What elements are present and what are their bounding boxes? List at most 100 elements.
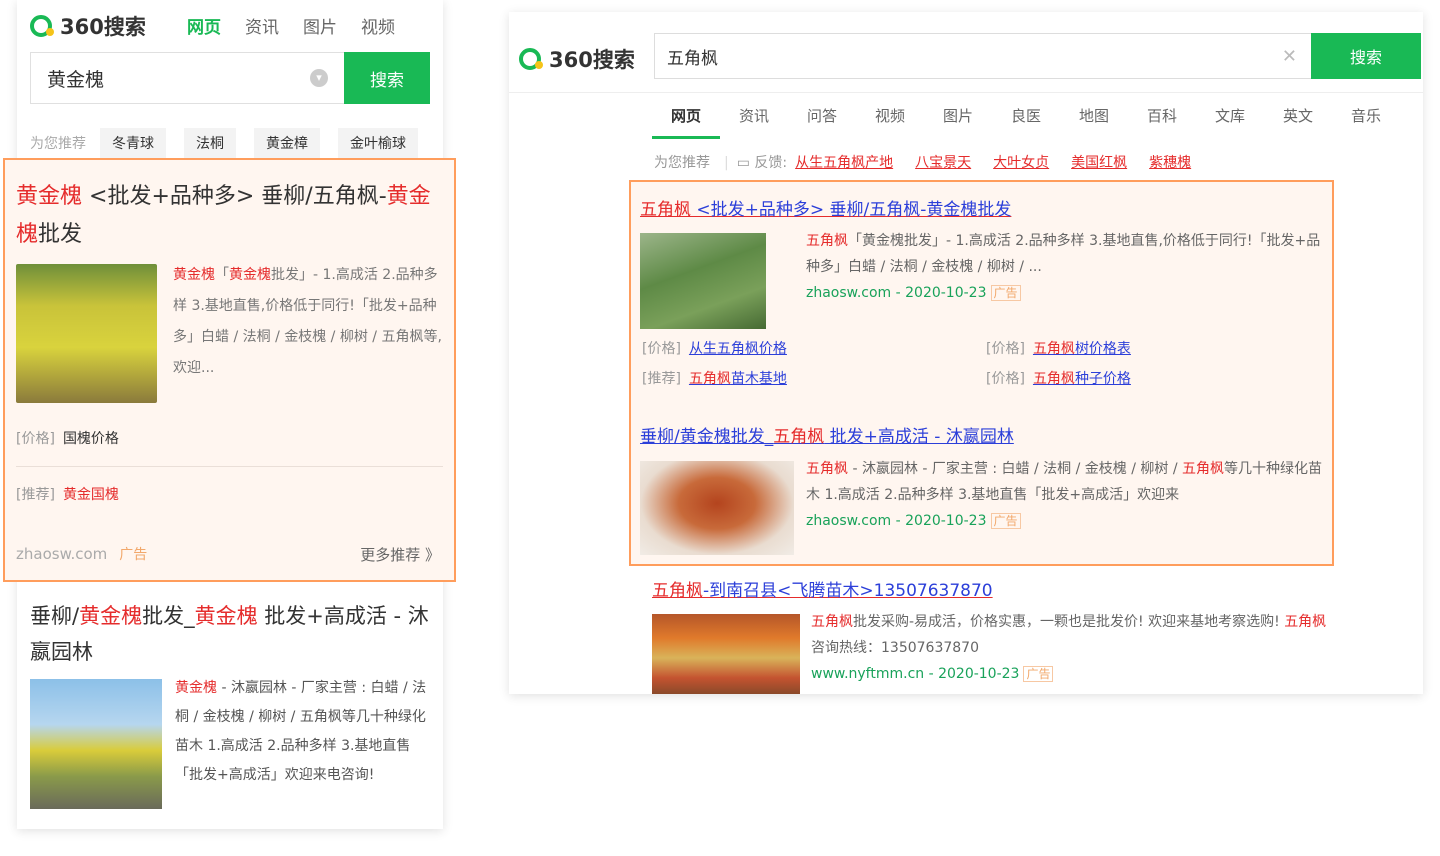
recommend-link[interactable]: 美国红枫	[1071, 152, 1127, 172]
recommend-chip[interactable]: 黄金樟	[254, 128, 320, 158]
title-text: -到南召县<飞腾苗木>13507637870	[703, 581, 993, 601]
tab-webpage[interactable]: 网页	[652, 105, 720, 139]
nav-news[interactable]: 资讯	[245, 13, 279, 38]
desktop-search-box: ✕ 搜索	[654, 33, 1421, 79]
recommend-chip[interactable]: 金叶榆球	[338, 128, 418, 158]
mobile-ad-card[interactable]: 黄金槐 <批发+品种多> 垂柳/五角枫-黄金槐批发 黄金槐「黄金槐批发」- 1.…	[3, 158, 456, 582]
title-keyword: 五角枫	[652, 581, 703, 601]
desktop-search-button[interactable]: 搜索	[1311, 33, 1421, 79]
feedback-icon: ▭	[736, 155, 750, 171]
recommend-label: 为您推荐	[654, 155, 710, 171]
nav-webpage[interactable]: 网页	[187, 13, 221, 38]
sublink-label: [价格]	[16, 431, 55, 447]
snippet-keyword: 黄金槐	[173, 267, 215, 283]
nav-videos[interactable]: 视频	[361, 13, 395, 38]
recommend-chip[interactable]: 法桐	[184, 128, 236, 158]
sublink[interactable]: [价格] 五角枫种子价格	[986, 368, 1131, 388]
mobile-sublink-price[interactable]: [价格] 国槐价格	[16, 428, 119, 448]
recommend-link[interactable]: 从生五角枫产地	[795, 152, 893, 172]
tab-doctor[interactable]: 良医	[992, 105, 1060, 139]
logo-text: 360搜索	[549, 48, 635, 72]
mobile-ad-footer: zhaosw.com 广告 更多推荐 》	[16, 544, 440, 565]
desktop-tabs: 网页 资讯 问答 视频 图片 良医 地图 百科 文库 英文 音乐	[652, 105, 1400, 139]
desktop-ad-title-2[interactable]: 垂柳/黄金槐批发_五角枫 批发+高成活 - 沐嬴园林	[640, 422, 1014, 447]
tab-map[interactable]: 地图	[1060, 105, 1128, 139]
desktop-result3-snippet: 五角枫批发采购-易成活，价格实惠，一颗也是批发价! 欢迎来基地考察选购! 五角枫…	[811, 609, 1331, 687]
recommend-link[interactable]: 八宝景天	[915, 152, 971, 172]
sublink-keyword: 五角枫	[688, 371, 731, 387]
golden-locust-image[interactable]	[16, 264, 157, 403]
snippet-keyword: 五角枫	[811, 614, 853, 630]
nursery-image[interactable]	[30, 679, 162, 809]
snippet-text: - 沐嬴园林 - 厂家主营 : 白蜡 / 法桐 / 金枝槐 / 柳树 /	[848, 461, 1182, 477]
tab-news[interactable]: 资讯	[720, 105, 788, 139]
mobile-result2-title[interactable]: 垂柳/黄金槐批发_黄金槐 批发+高成活 - 沐嬴园林	[30, 598, 435, 670]
clear-icon[interactable]: ▾	[310, 69, 328, 87]
recommend-link[interactable]: 紫穗槐	[1149, 152, 1191, 172]
recommend-label: 为您推荐	[30, 136, 86, 152]
sublink-keyword: 五角枫	[1032, 371, 1075, 387]
sublink[interactable]: [推荐] 五角枫苗木基地	[642, 368, 787, 388]
title-text: <批发+品种多> 垂柳/五角枫-黄金槐批发	[691, 200, 1012, 220]
result-url[interactable]: zhaosw.com - 2020-10-23	[806, 285, 987, 301]
ad-badge: 广告	[119, 547, 148, 563]
logo-360[interactable]: 360搜索	[519, 44, 635, 74]
tab-music[interactable]: 音乐	[1332, 105, 1400, 139]
sublink-label: [推荐]	[642, 371, 681, 387]
red-maple-image[interactable]	[640, 461, 794, 555]
logo-text: 360搜索	[60, 15, 146, 39]
result-url[interactable]: zhaosw.com - 2020-10-23	[806, 513, 987, 529]
ad-domain[interactable]: zhaosw.com	[16, 545, 107, 563]
divider	[16, 466, 443, 467]
snippet-text: 「黄金槐批发」- 1.高成活 2.品种多样 3.基地直售,价格低于同行!「批发+…	[806, 233, 1321, 275]
tab-english[interactable]: 英文	[1264, 105, 1332, 139]
tab-qa[interactable]: 问答	[788, 105, 856, 139]
snippet-keyword: 五角枫	[1182, 461, 1224, 477]
snippet-keyword: 五角枫	[806, 461, 848, 477]
sublink-label: [价格]	[642, 341, 681, 357]
feedback-link[interactable]: ▭ 反馈:	[724, 152, 787, 172]
recommend-link[interactable]: 大叶女贞	[993, 152, 1049, 172]
title-keyword: 五角枫	[773, 427, 825, 447]
snippet-keyword: 黄金槐	[229, 267, 271, 283]
logo-360[interactable]: 360搜索	[30, 11, 146, 41]
tab-wenku[interactable]: 文库	[1196, 105, 1264, 139]
recommend-chip[interactable]: 冬青球	[100, 128, 166, 158]
sublink-label: [推荐]	[16, 487, 55, 503]
title-text: 垂柳/黄金槐批发_	[640, 427, 774, 447]
tab-images[interactable]: 图片	[924, 105, 992, 139]
mobile-ad-title[interactable]: 黄金槐 <批发+品种多> 垂柳/五角枫-黄金槐批发	[16, 178, 436, 254]
mobile-search-button[interactable]: 搜索	[344, 52, 430, 104]
result-url[interactable]: www.nyftmm.cn - 2020-10-23	[811, 666, 1019, 682]
header-divider	[509, 92, 1423, 93]
close-icon[interactable]: ✕	[1282, 46, 1297, 67]
tab-baike[interactable]: 百科	[1128, 105, 1196, 139]
maple-tree-image[interactable]	[640, 233, 766, 329]
sublink[interactable]: [价格] 五角枫树价格表	[986, 338, 1131, 358]
desktop-recommend-bar: 为您推荐 ▭ 反馈: 从生五角枫产地 八宝景天 大叶女贞 美国红枫 紫穗槐	[654, 152, 1213, 172]
autumn-maple-image[interactable]	[652, 614, 800, 694]
mobile-sublink-recommend[interactable]: [推荐] 黄金国槐	[16, 484, 119, 504]
desktop-result3-title[interactable]: 五角枫-到南召县<飞腾苗木>13507637870	[652, 576, 993, 601]
desktop-ad-snippet-2: 五角枫 - 沐嬴园林 - 厂家主营 : 白蜡 / 法桐 / 金枝槐 / 柳树 /…	[806, 456, 1331, 534]
sublink-text: 黄金国槐	[62, 487, 119, 503]
ad-badge: 广告	[990, 285, 1021, 301]
sublink-text: 苗木基地	[730, 371, 787, 387]
tab-video[interactable]: 视频	[856, 105, 924, 139]
desktop-ad-title[interactable]: 五角枫 <批发+品种多> 垂柳/五角枫-黄金槐批发	[640, 195, 1011, 220]
desktop-search-input[interactable]	[655, 34, 1311, 78]
title-keyword: 黄金槐	[194, 604, 258, 628]
nav-images[interactable]: 图片	[303, 13, 337, 38]
mobile-search-box: ▾ 搜索	[30, 52, 430, 104]
ad-badge: 广告	[1023, 666, 1054, 682]
title-text: 批发	[38, 222, 83, 247]
mobile-search-input[interactable]	[31, 53, 344, 103]
desktop-ad-snippet: 五角枫「黄金槐批发」- 1.高成活 2.品种多样 3.基地直售,价格低于同行!「…	[806, 228, 1331, 306]
feedback-text: 反馈:	[754, 155, 788, 171]
sublink-text: 树价格表	[1074, 341, 1131, 357]
title-keyword: 五角枫	[640, 200, 691, 220]
snippet-text: 批发采购-易成活，价格实惠，一颗也是批发价! 欢迎来基地考察选购!	[853, 614, 1285, 630]
sublink[interactable]: [价格] 从生五角枫价格	[642, 338, 787, 358]
desktop-ad-card: 五角枫 <批发+品种多> 垂柳/五角枫-黄金槐批发 五角枫「黄金槐批发」- 1.…	[629, 180, 1334, 566]
more-recommend-link[interactable]: 更多推荐 》	[360, 544, 440, 565]
